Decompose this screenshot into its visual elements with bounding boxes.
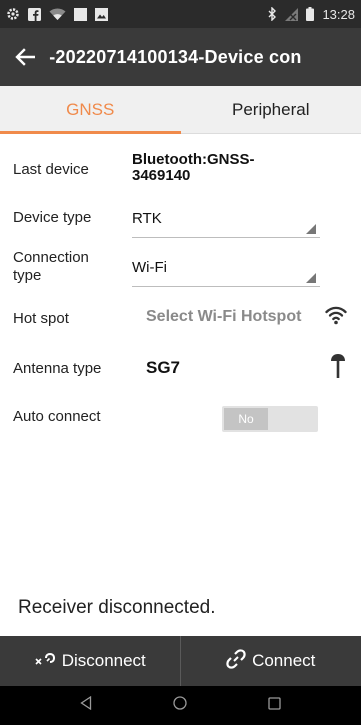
image-icon <box>95 7 108 21</box>
recents-square-icon[interactable] <box>267 696 281 715</box>
auto-connect-toggle-state: No <box>224 408 268 430</box>
connection-status-text: Receiver disconnected. <box>18 597 216 618</box>
connection-type-label: Connection type <box>13 249 89 284</box>
unlink-icon <box>34 651 56 671</box>
tab-gnss[interactable]: GNSS <box>0 86 181 134</box>
tab-bar: GNSS Peripheral <box>0 86 361 134</box>
settings-icon <box>6 7 20 21</box>
wifi-icon <box>49 8 66 21</box>
page-title: -20220714100134-Device con <box>44 46 302 67</box>
connection-type-dropdown[interactable]: Wi-Fi <box>132 251 320 287</box>
connect-button[interactable]: Connect <box>181 636 361 686</box>
dropdown-triangle-icon <box>306 224 316 234</box>
status-time: 13:28 <box>322 6 355 22</box>
disconnect-label: Disconnect <box>61 651 146 670</box>
app-bar: -20220714100134-Device con <box>0 28 361 86</box>
auto-connect-toggle[interactable]: No <box>222 406 318 432</box>
wifi-icon[interactable] <box>325 305 347 330</box>
dropdown-triangle-icon <box>306 273 316 283</box>
last-device-label: Last device <box>13 161 89 178</box>
back-triangle-icon[interactable] <box>80 695 92 715</box>
facebook-icon <box>28 7 41 21</box>
no-signal-icon <box>285 7 299 21</box>
last-device-value: Bluetooth:GNSS- 3469140 <box>132 151 255 184</box>
antenna-icon[interactable] <box>330 353 346 384</box>
bottom-action-bar: Disconnect Connect <box>0 636 361 686</box>
bluetooth-icon <box>268 7 277 21</box>
device-type-value: RTK <box>132 210 162 227</box>
back-arrow-icon[interactable] <box>10 42 40 72</box>
home-circle-icon[interactable] <box>173 696 187 715</box>
hot-spot-label: Hot spot <box>13 310 69 327</box>
device-type-dropdown[interactable]: RTK <box>132 202 320 238</box>
auto-connect-label: Auto connect <box>13 408 101 425</box>
status-bar: 13:28 <box>0 0 361 28</box>
connection-type-value: Wi-Fi <box>132 259 167 276</box>
select-wifi-hotspot-link[interactable]: Select Wi-Fi Hotspot <box>146 308 301 326</box>
antenna-type-value: SG7 <box>146 358 181 377</box>
battery-icon <box>306 7 315 21</box>
system-navigation-bar <box>0 686 361 725</box>
antenna-type-label: Antenna type <box>13 360 102 377</box>
disconnect-button[interactable]: Disconnect <box>0 636 181 686</box>
link-icon <box>226 648 246 674</box>
device-type-label: Device type <box>13 209 92 226</box>
tab-peripheral[interactable]: Peripheral <box>181 86 361 133</box>
connect-label: Connect <box>252 651 316 670</box>
square-icon <box>74 7 87 21</box>
